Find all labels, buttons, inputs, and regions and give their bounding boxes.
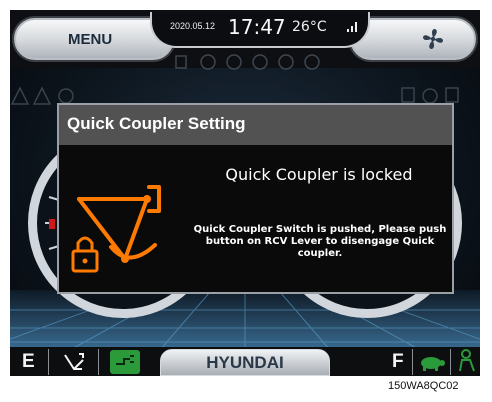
divider [48, 349, 49, 375]
dialog-message: Quick Coupler Switch is pushed, Please p… [193, 224, 447, 259]
dialog-header: Quick Coupler Setting [59, 105, 452, 145]
dialog-title: Quick Coupler Setting [67, 114, 246, 133]
fuel-empty-label: E [22, 351, 35, 372]
fuel-plug-icon [110, 350, 140, 374]
time-readout: 17:47 [228, 15, 286, 39]
bottom-bar: E HYUNDAI F [10, 347, 480, 376]
fuel-full-label: F [392, 351, 404, 372]
quick-coupler-locked-icon [71, 185, 161, 273]
date-readout: 2020.05.12 [170, 21, 216, 31]
status-panel: 2020.05.12 17:47 26°C [150, 12, 370, 48]
divider [450, 349, 451, 375]
signal-bars-icon [347, 22, 357, 32]
divider [412, 349, 413, 375]
display-screen: MENU 2020.05.12 17:47 26°C E HYUNDAI F Q… [10, 10, 480, 376]
figure-caption: 150WA8QC02 [388, 380, 459, 392]
operator-icon [459, 349, 475, 372]
turtle-icon [421, 357, 445, 371]
temperature-readout: 26°C [292, 19, 327, 35]
warning-indicator-row [175, 54, 320, 70]
fan-icon [423, 29, 443, 49]
dialog-heading: Quick Coupler is locked [225, 165, 413, 184]
menu-label: MENU [68, 31, 113, 48]
quick-coupler-dialog: Quick Coupler Setting Quick Coupler is l… [57, 103, 454, 294]
brand-panel: HYUNDAI [160, 349, 330, 376]
brand-label: HYUNDAI [206, 353, 284, 372]
coupler-icon [64, 353, 84, 370]
divider [98, 349, 99, 375]
